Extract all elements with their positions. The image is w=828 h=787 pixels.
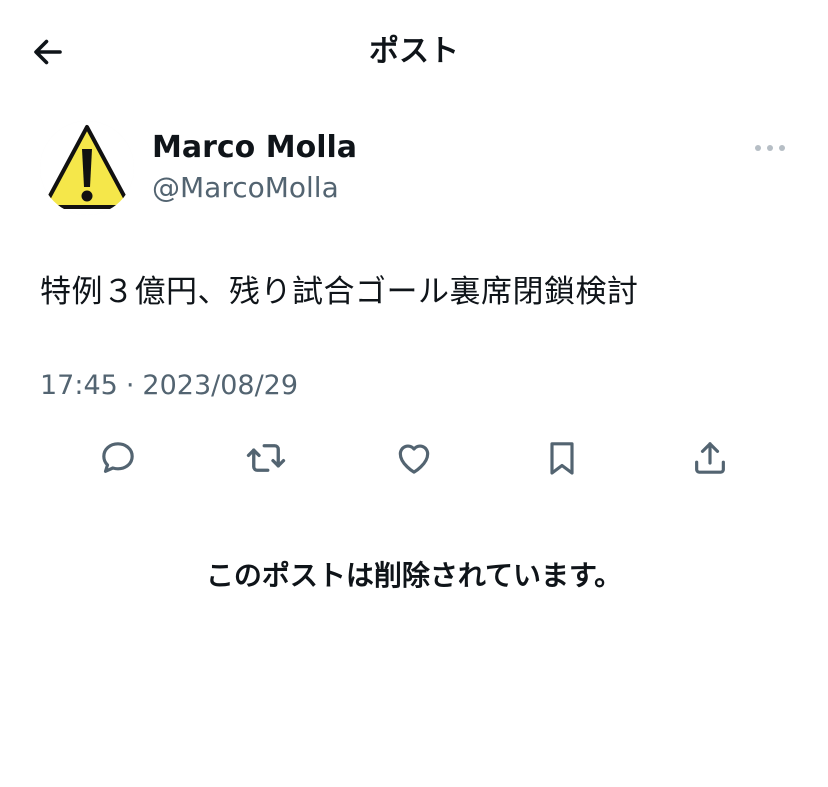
like-button[interactable] — [386, 430, 442, 486]
author-handle[interactable]: @MarcoMolla — [152, 168, 339, 208]
meta-separator: · — [125, 370, 135, 401]
repost-icon — [246, 444, 286, 472]
warning-sign-icon — [40, 121, 134, 215]
post-time: 17:45 — [40, 370, 118, 401]
page-title: ポスト — [369, 34, 459, 69]
avatar[interactable] — [40, 121, 134, 215]
post-text: 特例３億円、残り試合ゴール裏席閉鎖検討 — [40, 274, 639, 310]
like-icon — [398, 444, 430, 474]
repost-button[interactable] — [238, 430, 294, 486]
post-timestamp[interactable]: 17:45 · 2023/08/29 — [40, 366, 298, 406]
share-button[interactable] — [682, 430, 738, 486]
bookmark-icon — [550, 442, 574, 475]
reply-button[interactable] — [90, 430, 146, 486]
top-bar: ポスト — [0, 0, 828, 104]
deleted-post-notice: このポストは削除されています。 — [205, 559, 623, 592]
more-horizontal-icon — [755, 145, 785, 151]
post-date: 2023/08/29 — [142, 370, 299, 401]
reply-icon — [102, 442, 134, 473]
more-options-button[interactable] — [748, 130, 792, 166]
action-bar — [0, 430, 828, 486]
share-icon — [695, 442, 725, 474]
bookmark-button[interactable] — [534, 430, 590, 486]
author-display-name[interactable]: Marco Molla — [152, 128, 357, 168]
